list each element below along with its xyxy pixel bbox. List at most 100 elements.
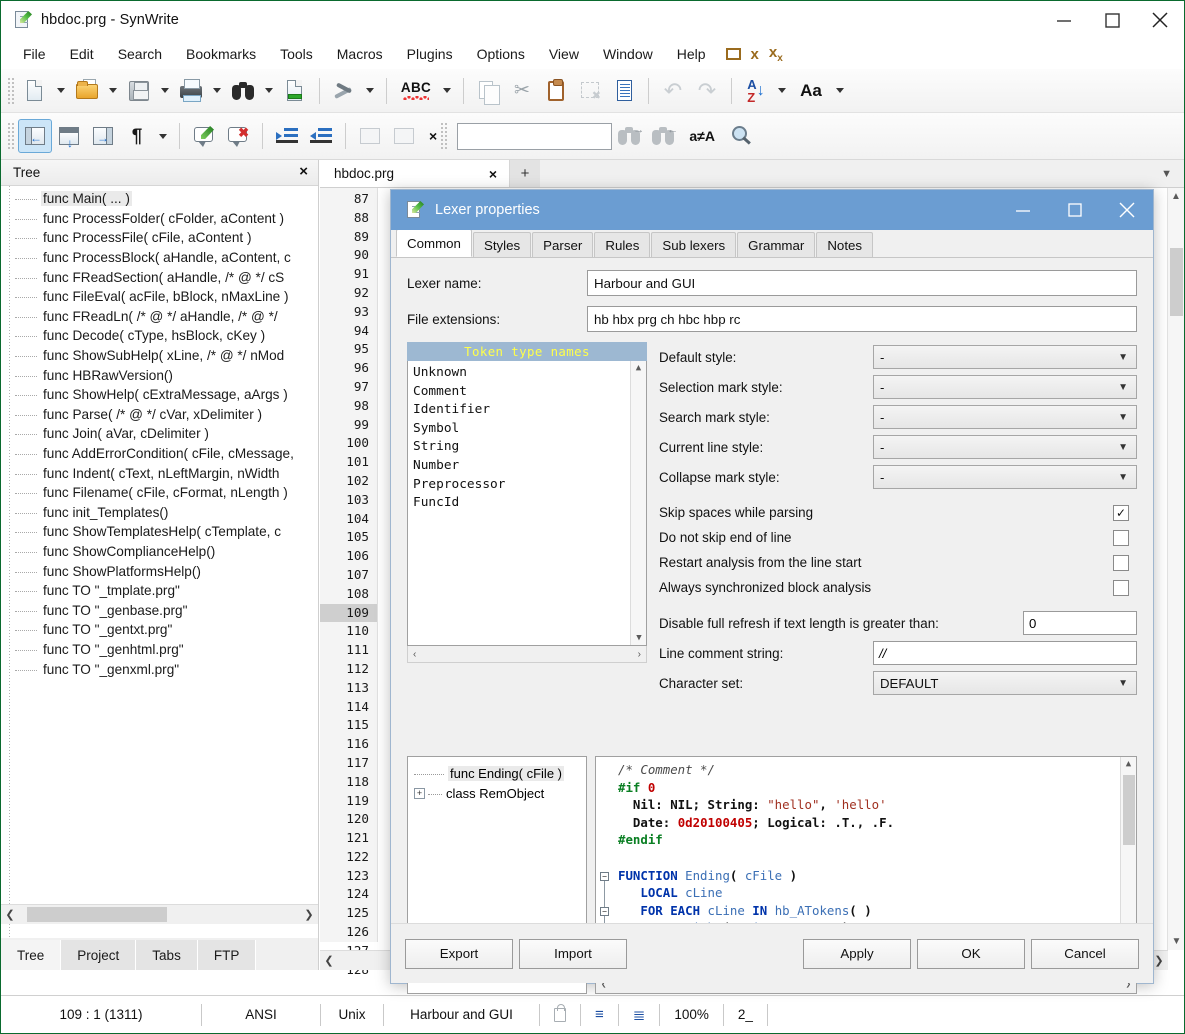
dialog-minimize-button[interactable] bbox=[997, 190, 1049, 230]
ok-button[interactable]: OK bbox=[917, 939, 1025, 969]
distribute-icon[interactable] bbox=[387, 119, 421, 153]
tree-node[interactable]: func TO "_gentxt.prg" bbox=[1, 620, 318, 640]
selection-mark-style-select[interactable]: - ▼ bbox=[873, 375, 1137, 399]
tree-node[interactable]: func ShowSubHelp( xLine, /* @ */ nMod bbox=[1, 346, 318, 366]
tree-node[interactable]: func FReadLn( /* @ */ aHandle, /* @ */ bbox=[1, 307, 318, 327]
token-type-item[interactable]: Unknown bbox=[413, 364, 646, 383]
open-file-icon[interactable] bbox=[70, 74, 104, 108]
find-icon[interactable] bbox=[226, 74, 260, 108]
close-button[interactable] bbox=[1136, 1, 1184, 39]
status-word-wrap-icon[interactable]: ≡ bbox=[581, 996, 618, 1034]
token-type-item[interactable]: FuncId bbox=[413, 494, 646, 513]
token-type-item[interactable]: Number bbox=[413, 457, 646, 476]
menu-tools[interactable]: Tools bbox=[268, 42, 325, 66]
editor-tab-close-icon[interactable]: × bbox=[489, 166, 497, 182]
maximize-button[interactable] bbox=[1088, 1, 1136, 39]
align-icon[interactable] bbox=[353, 119, 387, 153]
tree-horizontal-scrollbar[interactable]: ❮ ❯ bbox=[1, 904, 318, 924]
new-file-dropdown-icon[interactable] bbox=[52, 74, 70, 108]
add-bookmark-icon[interactable] bbox=[187, 119, 221, 153]
status-encoding[interactable]: ANSI bbox=[202, 996, 320, 1034]
search-mark-style-select[interactable]: - ▼ bbox=[873, 405, 1137, 429]
scroll-right-icon[interactable]: › bbox=[638, 649, 641, 660]
toolbar-grip[interactable] bbox=[6, 122, 14, 150]
menu-plugins[interactable]: Plugins bbox=[395, 42, 465, 66]
font-size-icon[interactable]: Aa bbox=[791, 74, 831, 108]
font-size-dropdown-icon[interactable] bbox=[831, 74, 849, 108]
redo-icon[interactable]: ↷ bbox=[690, 74, 724, 108]
scroll-track[interactable] bbox=[19, 906, 300, 924]
minimize-button[interactable] bbox=[1040, 1, 1088, 39]
match-case-icon[interactable]: a≠A bbox=[680, 119, 724, 153]
tree-node[interactable]: func ShowPlatformsHelp() bbox=[1, 561, 318, 581]
editor-vertical-scrollbar[interactable]: ▲ ▼ bbox=[1167, 188, 1184, 950]
tree-node[interactable]: func ProcessBlock( aHandle, aContent, c bbox=[1, 248, 318, 268]
dialog-tab-rules[interactable]: Rules bbox=[594, 232, 650, 257]
close-all-documents-icon[interactable]: xx bbox=[769, 45, 783, 64]
delete-selection-icon[interactable] bbox=[573, 74, 607, 108]
panel-tab-tree[interactable]: Tree bbox=[1, 940, 61, 970]
close-document-icon[interactable]: x bbox=[751, 47, 759, 62]
token-list-horizontal-scrollbar[interactable]: ‹ › bbox=[407, 646, 647, 663]
panel-tab-ftp[interactable]: FTP bbox=[198, 940, 257, 970]
open-file-dropdown-icon[interactable] bbox=[104, 74, 122, 108]
sort-az-icon[interactable]: AZ ↓ bbox=[739, 74, 773, 108]
tree-node[interactable]: func ShowHelp( cExtraMessage, aArgs ) bbox=[1, 385, 318, 405]
paste-icon[interactable] bbox=[539, 74, 573, 108]
sort-az-dropdown-icon[interactable] bbox=[773, 74, 791, 108]
preview-tree-node[interactable]: + class RemObject bbox=[414, 783, 586, 803]
dialog-tab-styles[interactable]: Styles bbox=[473, 232, 531, 257]
preview-tree-node[interactable]: func Ending( cFile ) bbox=[414, 763, 586, 783]
toggle-left-panel-icon[interactable]: ← bbox=[18, 119, 52, 153]
tree-node[interactable]: func Main( ... ) bbox=[1, 189, 318, 209]
sync-block-analysis-checkbox[interactable] bbox=[1113, 580, 1129, 596]
undo-icon[interactable]: ↶ bbox=[656, 74, 690, 108]
token-type-item[interactable]: Identifier bbox=[413, 401, 646, 420]
print-icon[interactable] bbox=[174, 74, 208, 108]
find-next-icon[interactable]: → bbox=[612, 119, 646, 153]
fold-toggle-icon[interactable]: − bbox=[600, 872, 609, 881]
scroll-right-icon[interactable]: ❯ bbox=[300, 908, 318, 921]
tree-node[interactable]: func TO "_genhtml.prg" bbox=[1, 640, 318, 660]
file-extensions-input[interactable]: hb hbx prg ch hbc hbp rc bbox=[587, 306, 1137, 332]
search-grip[interactable] bbox=[439, 122, 447, 150]
status-tab-mode[interactable]: 2_ bbox=[724, 996, 767, 1034]
scroll-up-icon[interactable]: ▲ bbox=[1168, 188, 1184, 205]
toggle-bottom-panel-icon[interactable]: ↓ bbox=[52, 119, 86, 153]
tree-node[interactable]: func TO "_genxml.prg" bbox=[1, 659, 318, 679]
do-not-skip-eol-checkbox[interactable] bbox=[1113, 530, 1129, 546]
scroll-down-icon[interactable]: ▼ bbox=[631, 631, 647, 645]
tree-node[interactable]: func Parse( /* @ */ cVar, xDelimiter ) bbox=[1, 405, 318, 425]
line-comment-input[interactable]: // bbox=[873, 641, 1137, 665]
toggle-right-panel-icon[interactable]: → bbox=[86, 119, 120, 153]
status-indent-guides-icon[interactable]: ≣ bbox=[619, 996, 660, 1034]
tree-node[interactable]: func TO "_tmplate.prg" bbox=[1, 581, 318, 601]
menu-view[interactable]: View bbox=[537, 42, 591, 66]
tree-node[interactable]: func AddErrorCondition( cFile, cMessage, bbox=[1, 444, 318, 464]
select-all-icon[interactable] bbox=[607, 74, 641, 108]
collapse-mark-style-select[interactable]: - ▼ bbox=[873, 465, 1137, 489]
tree-node[interactable]: func Filename( cFile, cFormat, nLength ) bbox=[1, 483, 318, 503]
dialog-tab-grammar[interactable]: Grammar bbox=[737, 232, 815, 257]
search-input[interactable] bbox=[457, 123, 612, 150]
menu-search[interactable]: Search bbox=[106, 42, 174, 66]
scroll-left-icon[interactable]: ❮ bbox=[320, 954, 338, 967]
status-lexer[interactable]: Harbour and GUI bbox=[384, 996, 539, 1034]
dialog-tab-sub-lexers[interactable]: Sub lexers bbox=[651, 232, 736, 257]
new-tab-button[interactable]: + bbox=[510, 160, 540, 187]
save-file-icon[interactable] bbox=[122, 74, 156, 108]
dialog-close-button[interactable] bbox=[1101, 190, 1153, 230]
token-list-vertical-scrollbar[interactable]: ▲ ▼ bbox=[630, 361, 646, 645]
remove-bookmark-icon[interactable]: ✖ bbox=[221, 119, 255, 153]
close-search-bar-icon[interactable]: × bbox=[429, 128, 437, 144]
tools-icon[interactable] bbox=[327, 74, 361, 108]
scroll-down-icon[interactable]: ▼ bbox=[1168, 933, 1185, 950]
tree-node[interactable]: func Join( aVar, cDelimiter ) bbox=[1, 424, 318, 444]
expand-icon[interactable]: + bbox=[414, 788, 425, 799]
menu-window[interactable]: Window bbox=[591, 42, 665, 66]
insert-file-icon[interactable] bbox=[278, 74, 312, 108]
panel-tab-tabs[interactable]: Tabs bbox=[136, 940, 198, 970]
tree-node[interactable]: func Indent( cText, nLeftMargin, nWidth bbox=[1, 463, 318, 483]
tree-node[interactable]: func ShowComplianceHelp() bbox=[1, 542, 318, 562]
tree-node[interactable]: func FileEval( acFile, bBlock, nMaxLine … bbox=[1, 287, 318, 307]
